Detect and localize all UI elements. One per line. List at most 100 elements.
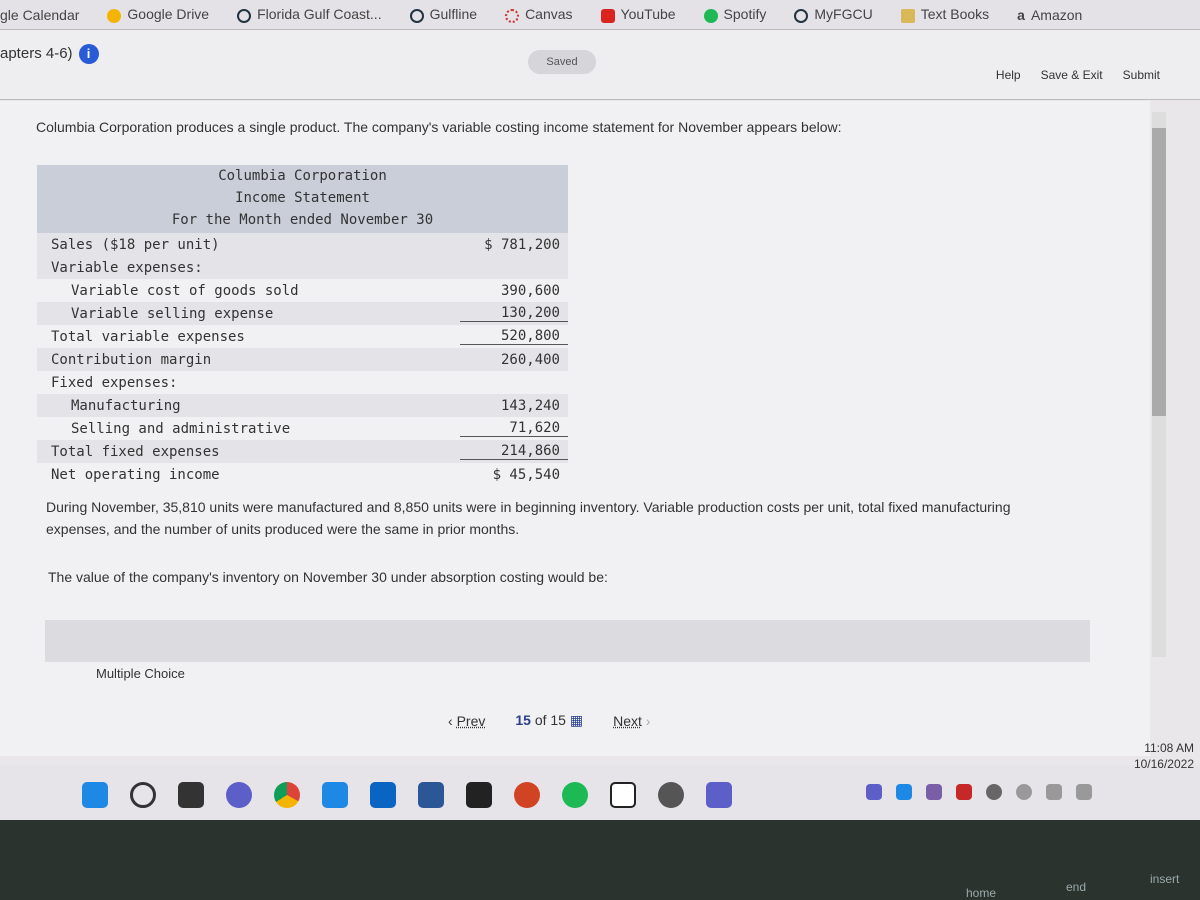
system-tray [866, 784, 1092, 800]
myfgcu-icon [794, 8, 809, 23]
next-label[interactable]: Next [613, 713, 642, 729]
table-row: Contribution margin 260,400 [37, 348, 568, 371]
current-page: 15 [515, 712, 531, 728]
sticky-notes-icon[interactable] [466, 782, 492, 808]
powerpoint-icon[interactable] [514, 782, 540, 808]
bookmark-fgcu[interactable]: Florida Gulf Coast... [237, 6, 382, 23]
prev-button[interactable]: ‹ Prev [448, 713, 485, 729]
row-label: Variable selling expense [71, 305, 274, 322]
outlook-icon[interactable] [370, 782, 396, 808]
assignment-title: apters 4-6) i [0, 44, 99, 64]
row-value: 71,620 [460, 420, 568, 437]
clock-time: 11:08 AM [1144, 741, 1194, 755]
table-row: Fixed expenses: [37, 371, 568, 394]
windows-start-icon[interactable] [82, 782, 108, 808]
bookmark-label: Gulfline [429, 6, 478, 23]
store-icon[interactable] [322, 782, 348, 808]
submit-button[interactable]: Submit [1123, 68, 1160, 82]
row-label: Variable expenses: [51, 259, 203, 276]
statement-period: For the Month ended November 30 [171, 212, 434, 228]
search-icon[interactable] [130, 782, 156, 808]
clock[interactable]: 11:08 AM 10/16/2022 [1134, 740, 1194, 772]
bookmark-label: Spotify [723, 6, 767, 23]
mcafee-icon[interactable] [956, 784, 972, 800]
table-row: Sales ($18 per unit) $ 781,200 [37, 233, 568, 256]
table-row: Total fixed expenses 214,860 [37, 440, 568, 463]
youtube-icon [600, 8, 615, 23]
company-name: Columbia Corporation [218, 168, 387, 184]
bookmark-label: Florida Gulf Coast... [257, 6, 382, 23]
row-label: Manufacturing [71, 397, 181, 414]
row-label: Selling and administrative [71, 420, 291, 437]
row-label: Fixed expenses: [51, 374, 178, 391]
bookmark-gulfline[interactable]: Gulfline [409, 6, 478, 23]
title-text: apters 4-6) [0, 45, 73, 62]
amazon-icon: a [1017, 6, 1025, 23]
bookmark-label: Google Drive [127, 6, 210, 23]
row-value: $ 45,540 [492, 466, 560, 483]
key-end: end [1066, 880, 1087, 894]
next-button[interactable]: Next › [613, 713, 650, 729]
teams-tray-icon[interactable] [866, 784, 882, 800]
table-row: Variable expenses: [37, 256, 568, 279]
question-nav: ‹ Prev 15 of 15 ▦ Next › [448, 712, 650, 729]
bookmarks-bar: gle Calendar Google Drive Florida Gulf C… [0, 0, 1200, 30]
scrollbar-thumb[interactable] [1152, 128, 1166, 416]
save-exit-button[interactable]: Save & Exit [1041, 68, 1103, 82]
row-value: 143,240 [500, 397, 560, 414]
spotify-icon[interactable] [562, 782, 588, 808]
bookmark-label: Canvas [525, 6, 573, 23]
textbooks-icon [900, 8, 915, 23]
gulfline-icon [409, 8, 424, 23]
laptop-bezel [0, 820, 1200, 900]
teams-work-icon[interactable] [926, 784, 942, 800]
row-value: 214,860 [460, 443, 568, 460]
word-icon[interactable] [418, 782, 444, 808]
row-value: 390,600 [500, 282, 560, 299]
table-row: Total variable expenses 520,800 [37, 325, 568, 348]
teams-chat-icon[interactable] [226, 782, 252, 808]
battery-icon[interactable] [1076, 784, 1092, 800]
bookmark-spotify[interactable]: Spotify [703, 6, 767, 23]
row-value: 130,200 [460, 305, 568, 322]
table-row: Variable cost of goods sold 390,600 [37, 279, 568, 302]
row-label: Net operating income [51, 466, 220, 483]
statement-header: Columbia Corporation Income Statement Fo… [37, 165, 568, 233]
question-detail: During November, 35,810 units were manuf… [46, 499, 1011, 537]
canvas-icon [505, 8, 520, 23]
wifi-icon[interactable] [1016, 784, 1032, 800]
bookmark-myfgcu[interactable]: MyFGCU [794, 6, 873, 23]
help-button[interactable]: Help [996, 68, 1021, 82]
defender-icon[interactable] [896, 784, 912, 800]
row-label: Variable cost of goods sold [71, 282, 299, 299]
total-pages: of 15 [534, 712, 566, 728]
task-view-icon[interactable] [178, 782, 204, 808]
table-row: Variable selling expense 130,200 [37, 302, 568, 325]
bookmark-calendar[interactable]: gle Calendar [0, 7, 79, 23]
statement-name: Income Statement [235, 190, 370, 206]
teams-icon[interactable] [706, 782, 732, 808]
page-indicator: 15 of 15 ▦ [515, 712, 583, 729]
grid-icon[interactable]: ▦ [570, 712, 583, 728]
bookmark-amazon[interactable]: a Amazon [1017, 7, 1082, 23]
prev-label[interactable]: Prev [457, 713, 486, 729]
volume-icon[interactable] [1046, 784, 1062, 800]
bookmark-youtube[interactable]: YouTube [600, 6, 676, 23]
clock-date: 10/16/2022 [1133, 757, 1194, 771]
notion-icon[interactable] [610, 782, 636, 808]
bookmark-textbooks[interactable]: Text Books [900, 6, 989, 23]
onedrive-icon[interactable] [986, 784, 1002, 800]
question-intro: Columbia Corporation produces a single p… [36, 119, 842, 135]
income-statement-table: Columbia Corporation Income Statement Fo… [37, 165, 568, 486]
info-icon[interactable]: i [78, 44, 99, 64]
chrome-icon[interactable] [274, 782, 300, 808]
saved-badge: Saved [528, 50, 596, 74]
assignment-header: apters 4-6) i Saved Help Save & Exit Subm… [0, 30, 1200, 100]
question-prompt: The value of the company's inventory on … [48, 569, 608, 585]
settings-icon[interactable] [658, 782, 684, 808]
answer-band [45, 620, 1090, 662]
bookmark-drive[interactable]: Google Drive [107, 6, 210, 23]
bookmark-canvas[interactable]: Canvas [505, 6, 573, 23]
row-value: 520,800 [460, 328, 568, 345]
row-label: Total variable expenses [51, 328, 245, 345]
